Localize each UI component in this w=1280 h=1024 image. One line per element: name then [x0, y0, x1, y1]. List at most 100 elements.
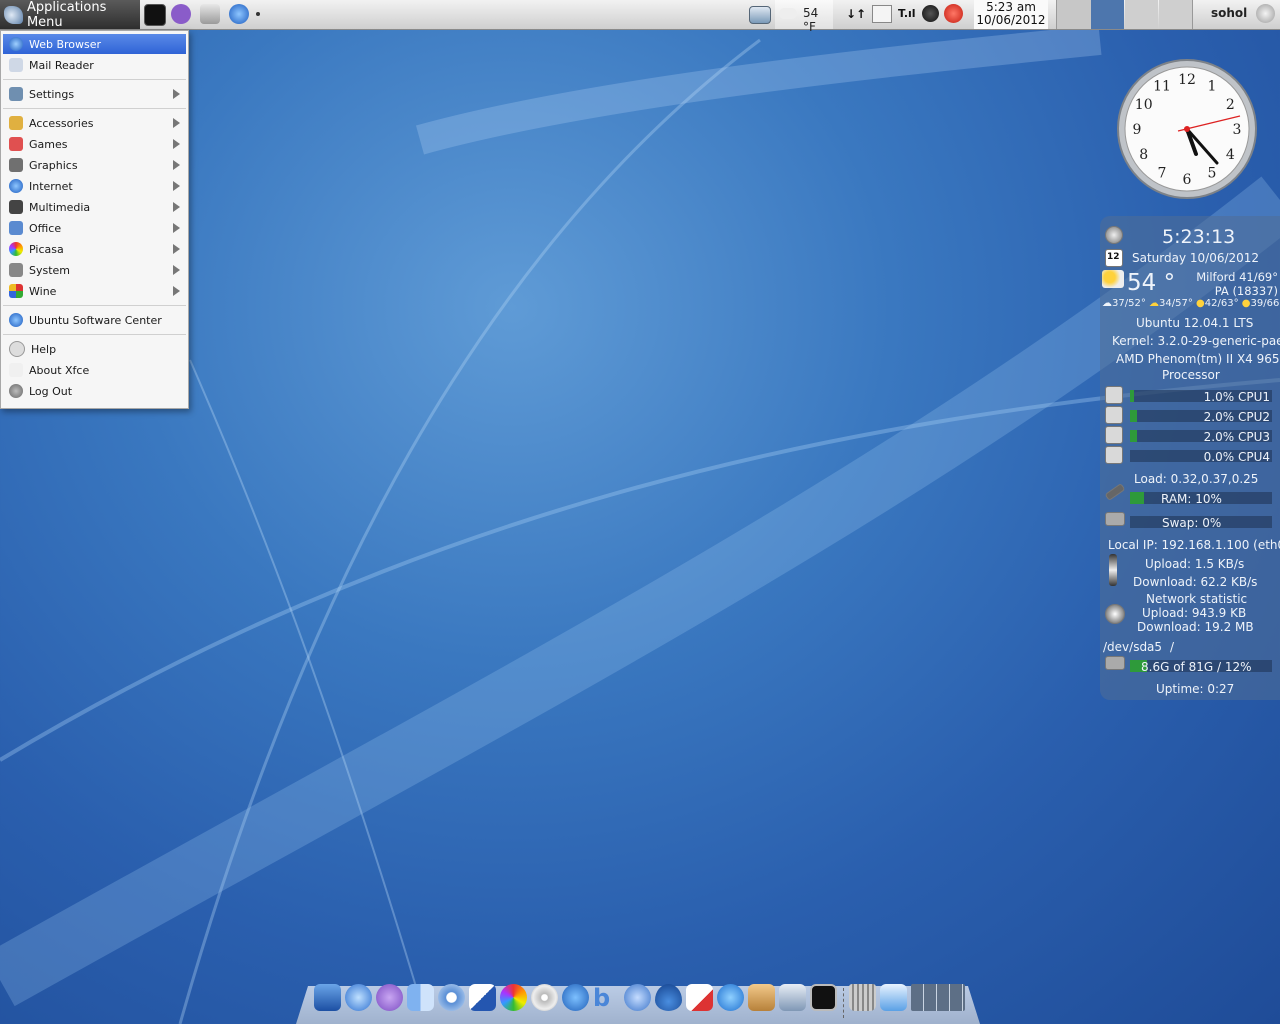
app-store-dock-icon[interactable] [717, 984, 744, 1011]
menu-item-multimedia[interactable]: Multimedia [3, 197, 186, 217]
terminal-dock-icon[interactable] [810, 984, 837, 1011]
menu-item-label: Ubuntu Software Center [29, 313, 162, 327]
menu-item-ubuntu-software-center[interactable]: Ubuntu Software Center [3, 310, 186, 330]
cpu1-bar-fill [1130, 390, 1134, 402]
mail-notify-icon[interactable] [872, 5, 892, 23]
conky-download: Download: 62.2 KB/s [1133, 575, 1258, 589]
workspace-4[interactable] [1159, 0, 1193, 29]
forecast-day-3: 42/63° [1204, 298, 1239, 309]
terminal-launcher-icon[interactable] [144, 4, 166, 26]
menu-item-games[interactable]: Games [3, 134, 186, 154]
accessories-icon [9, 116, 23, 130]
menu-item-internet[interactable]: Internet [3, 176, 186, 196]
update-notifier-icon[interactable] [944, 4, 963, 23]
weather-plugin[interactable]: 54 °F [775, 0, 833, 34]
qbittorrent-dock-icon[interactable] [624, 984, 651, 1011]
drive-launcher-icon[interactable] [200, 4, 220, 24]
menu-item-label: System [29, 263, 71, 277]
workspace-switcher-dock-icon[interactable] [911, 984, 965, 1011]
text-editor-dock-icon[interactable] [686, 984, 713, 1011]
menu-item-log-out[interactable]: Log Out [3, 381, 186, 401]
menu-item-accessories[interactable]: Accessories [3, 113, 186, 133]
menu-item-label: About Xfce [29, 363, 90, 377]
panel-clock[interactable]: 5:23 am 10/06/2012 [974, 0, 1048, 29]
desktop-folder-dock-icon[interactable] [880, 984, 907, 1011]
chromium-dock-icon[interactable] [438, 984, 465, 1011]
shield-dock-icon[interactable] [469, 984, 496, 1011]
beatbox-dock-icon[interactable]: b [593, 984, 620, 1012]
menu-separator [3, 79, 186, 80]
clock-number: 11 [1153, 79, 1171, 95]
multimedia-icon [9, 200, 23, 214]
forecast-day-4: 39/66° [1250, 298, 1280, 309]
clock-number: 2 [1226, 97, 1235, 113]
conky-date: Saturday 10/06/2012 [1132, 251, 1260, 265]
menu-item-office[interactable]: Office [3, 218, 186, 238]
user-name: sohol [1211, 6, 1248, 20]
cpu-chip-icon [1105, 386, 1123, 404]
clock-number: 7 [1158, 165, 1167, 181]
conky-upload: Upload: 1.5 KB/s [1145, 557, 1245, 571]
power-icon[interactable] [1256, 4, 1275, 23]
anchor-app-icon[interactable] [314, 984, 341, 1011]
cpu-chip-icon [1105, 406, 1123, 424]
finder-dock-icon[interactable] [407, 984, 434, 1011]
applications-menu-button[interactable]: Applications Menu [0, 0, 140, 30]
clock-number: 1 [1208, 79, 1217, 95]
water-drop-dock-icon[interactable] [655, 984, 682, 1011]
menu-item-system[interactable]: System [3, 260, 186, 280]
volume-icon[interactable] [922, 5, 939, 22]
forecast-row: ☁37/52° ☁34/57° ●42/63° ●39/66° [1102, 298, 1280, 309]
workspace-3[interactable] [1125, 0, 1158, 29]
menu-item-settings[interactable]: Settings [3, 84, 186, 104]
top-panel: Applications Menu 54 °F ↓↑ T.ıl 5:23 am … [0, 0, 1280, 34]
signal-strength-icon[interactable]: T.ıl [898, 7, 916, 20]
network-monitor-plugin[interactable]: ↓↑ T.ıl [840, 0, 968, 29]
menu-item-label: Graphics [29, 158, 78, 172]
pidgin-dock-icon[interactable] [376, 984, 403, 1011]
pidgin-launcher-icon[interactable] [171, 4, 191, 24]
menu-item-about-xfce[interactable]: About Xfce [3, 360, 186, 380]
dvd-dock-icon[interactable] [531, 984, 558, 1011]
settings-icon [9, 87, 23, 101]
network-globe-dock-icon[interactable] [345, 984, 372, 1011]
menu-item-mail-reader[interactable]: Mail Reader [3, 55, 186, 75]
submenu-arrow-icon [173, 160, 180, 170]
music-note-dock-icon[interactable] [562, 984, 589, 1011]
clock-number: 4 [1226, 147, 1235, 163]
cpu2-label: 2.0% CPU2 [1203, 410, 1270, 424]
conky-location-line2: PA (18337) [1214, 284, 1278, 298]
weather-sun-cloud-icon [1102, 270, 1124, 288]
menu-item-graphics[interactable]: Graphics [3, 155, 186, 175]
cpu2-bar-fill [1130, 410, 1138, 422]
picasa-dock-icon[interactable] [500, 984, 527, 1011]
menu-item-picasa[interactable]: Picasa [3, 239, 186, 259]
menu-separator [3, 108, 186, 109]
show-desktop-icon[interactable] [749, 6, 771, 24]
clock-icon [1105, 226, 1123, 244]
clock-number: 6 [1183, 172, 1192, 188]
analog-clock-widget: 12 12 3 45678 9 1011 [1117, 59, 1257, 199]
menu-item-web-browser[interactable]: Web Browser [3, 34, 186, 54]
menu-item-wine[interactable]: Wine [3, 281, 186, 301]
conky-net-stat-upload: Upload: 943.9 KB [1142, 606, 1247, 620]
scanner-dock-icon[interactable] [779, 984, 806, 1011]
launcher-dropdown-icon[interactable] [256, 12, 260, 16]
clock-number: 8 [1139, 147, 1148, 163]
browser-launcher-icon[interactable] [229, 4, 249, 24]
menu-item-help[interactable]: Help [3, 339, 186, 359]
conky-net-stat-title: Network statistic [1146, 592, 1248, 606]
workspace-2[interactable] [1091, 0, 1124, 29]
package-box-dock-icon[interactable] [748, 984, 775, 1011]
conky-cpu-name-1: AMD Phenom(tm) II X4 965 [1116, 352, 1280, 366]
trash-dock-icon[interactable] [849, 984, 876, 1011]
panel-clock-date: 10/06/2012 [976, 13, 1046, 27]
menu-item-label: Log Out [29, 384, 73, 398]
menu-item-label: Internet [29, 179, 73, 193]
cpu3-label: 2.0% CPU3 [1203, 430, 1270, 444]
workspace-1[interactable] [1056, 0, 1091, 29]
xfce-mouse-icon [4, 5, 23, 24]
conky-location-line1: Milford 41/69° [1196, 270, 1278, 284]
user-menu[interactable]: sohol [1198, 0, 1280, 29]
conky-system-monitor: 5:23:13 12 Saturday 10/06/2012 54 ° Milf… [1100, 216, 1280, 700]
